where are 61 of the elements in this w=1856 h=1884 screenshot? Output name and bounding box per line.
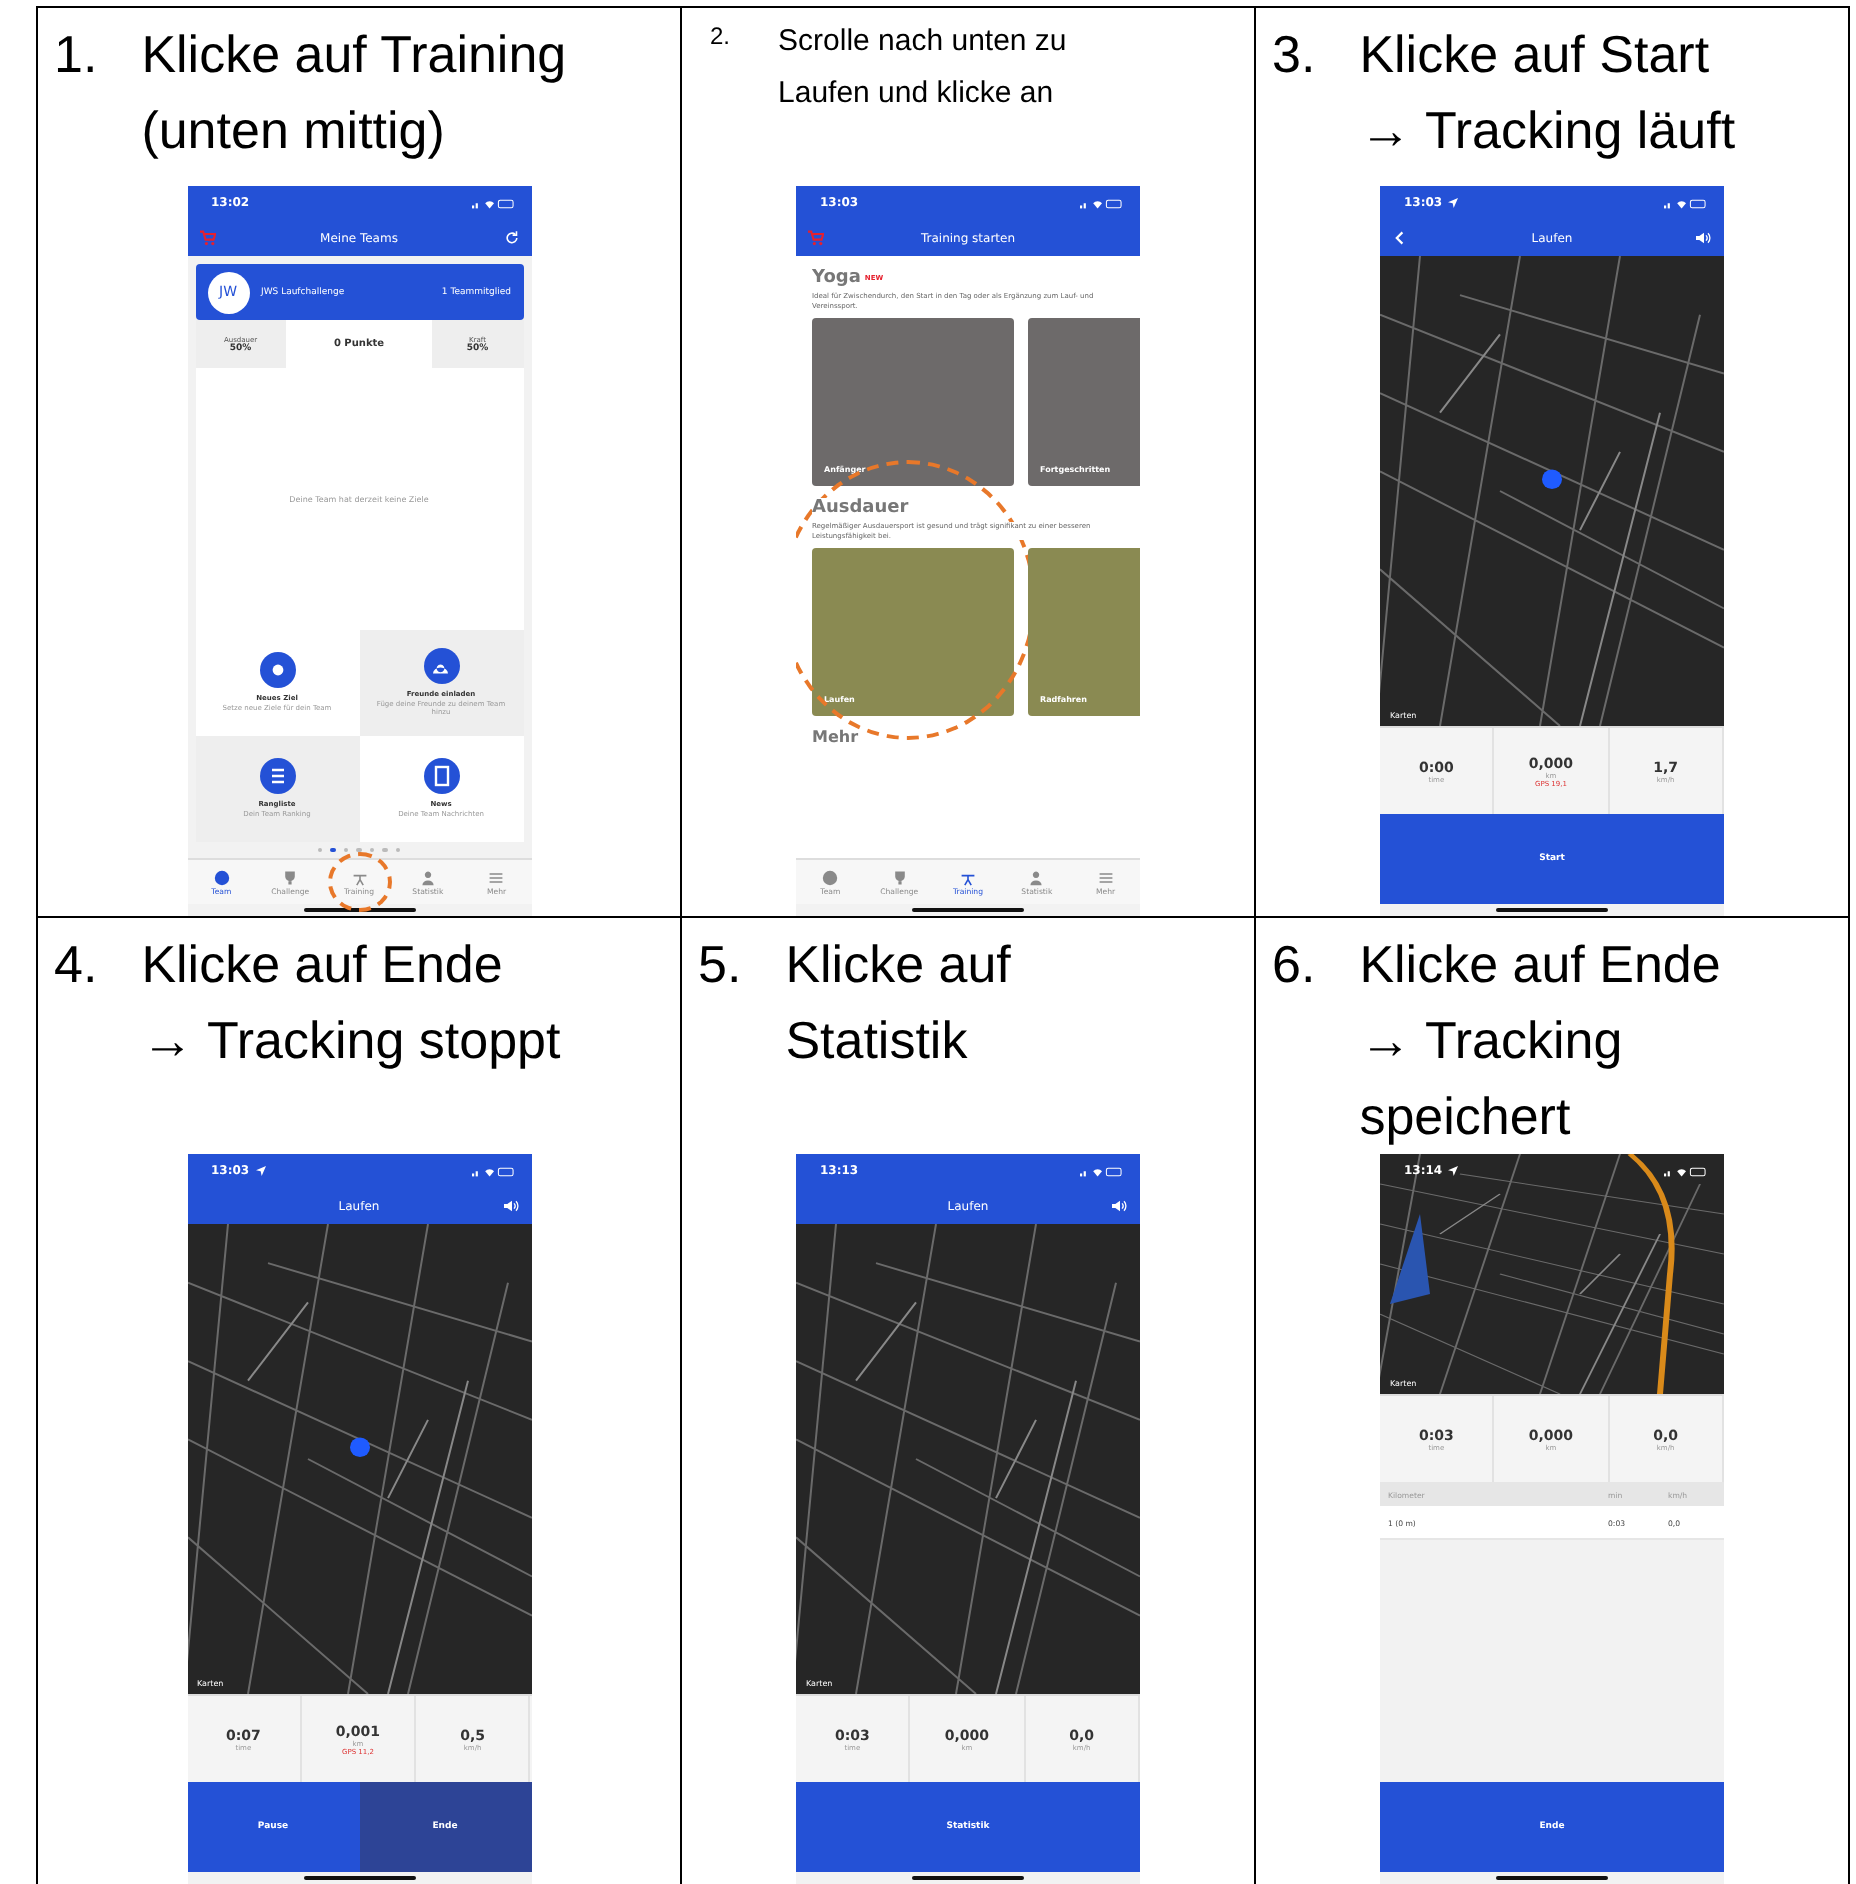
page-dot[interactable] xyxy=(343,847,349,852)
step-instruction: → Tracking stoppt xyxy=(141,1008,561,1074)
step-instruction: Klicke auf xyxy=(785,932,1011,998)
home-indicator xyxy=(303,1876,415,1880)
user-icon xyxy=(1028,869,1045,885)
step-instruction: speichert xyxy=(1359,1084,1573,1150)
step-number: 3. xyxy=(1272,22,1316,88)
step-number: 6. xyxy=(1272,932,1316,998)
status-icons xyxy=(1664,197,1708,209)
cart-icon[interactable] xyxy=(199,230,215,246)
page-dot[interactable] xyxy=(356,847,362,852)
status-icons xyxy=(1664,1165,1708,1177)
section-title: Yoga xyxy=(812,268,861,288)
step-number: 1. xyxy=(54,22,98,88)
page-dot[interactable] xyxy=(330,847,336,852)
team-icon xyxy=(213,869,230,885)
step-instruction: Laufen und klicke an xyxy=(778,74,1056,114)
user-icon xyxy=(419,869,436,885)
list-icon xyxy=(259,758,295,794)
section-title: Mehr xyxy=(812,728,861,749)
step-instruction: Scrolle nach unten zu xyxy=(778,22,1067,62)
step-instruction: Klicke auf Training xyxy=(141,22,567,88)
home-indicator xyxy=(912,1876,1024,1880)
speaker-icon[interactable] xyxy=(503,1198,519,1214)
section-title: Ausdauer xyxy=(812,498,909,519)
refresh-icon[interactable] xyxy=(503,230,519,246)
status-icons xyxy=(1080,1165,1124,1177)
step-instruction: → Tracking xyxy=(1359,1008,1625,1074)
page-dot[interactable] xyxy=(369,847,375,852)
speaker-icon[interactable] xyxy=(1696,230,1712,246)
home-indicator xyxy=(1496,908,1608,912)
page-dot[interactable] xyxy=(382,847,388,852)
step-number: 2. xyxy=(710,20,731,54)
document-icon xyxy=(423,758,459,794)
trophy-icon xyxy=(891,869,908,885)
step-instruction: Klicke auf Ende xyxy=(141,932,505,998)
home-indicator xyxy=(1496,1876,1608,1880)
step-number: 5. xyxy=(698,932,742,998)
step-instruction: → Tracking läuft xyxy=(1359,98,1736,164)
step-instruction: Klicke auf Ende xyxy=(1359,932,1721,998)
menu-icon xyxy=(488,869,505,885)
trophy-icon xyxy=(282,869,299,885)
step-number: 4. xyxy=(54,932,98,998)
speaker-icon[interactable] xyxy=(1112,1198,1128,1214)
status-icons xyxy=(471,197,515,209)
home-indicator xyxy=(303,908,415,912)
status-icons xyxy=(1080,197,1124,209)
team-icon xyxy=(822,869,839,885)
target-icon xyxy=(259,652,295,688)
status-icons xyxy=(471,1165,515,1177)
step-instruction: Statistik xyxy=(785,1008,970,1074)
back-icon[interactable] xyxy=(1392,230,1408,246)
home-indicator xyxy=(912,908,1024,912)
step-instruction: Klicke auf Start xyxy=(1359,22,1712,88)
step-instruction: (unten mittig) xyxy=(141,98,447,164)
menu-icon xyxy=(1097,869,1114,885)
figure-icon xyxy=(960,869,977,885)
figure-icon xyxy=(351,869,368,885)
cart-icon[interactable] xyxy=(808,230,824,246)
page-dot[interactable] xyxy=(395,847,401,852)
page-dot[interactable] xyxy=(317,847,323,852)
